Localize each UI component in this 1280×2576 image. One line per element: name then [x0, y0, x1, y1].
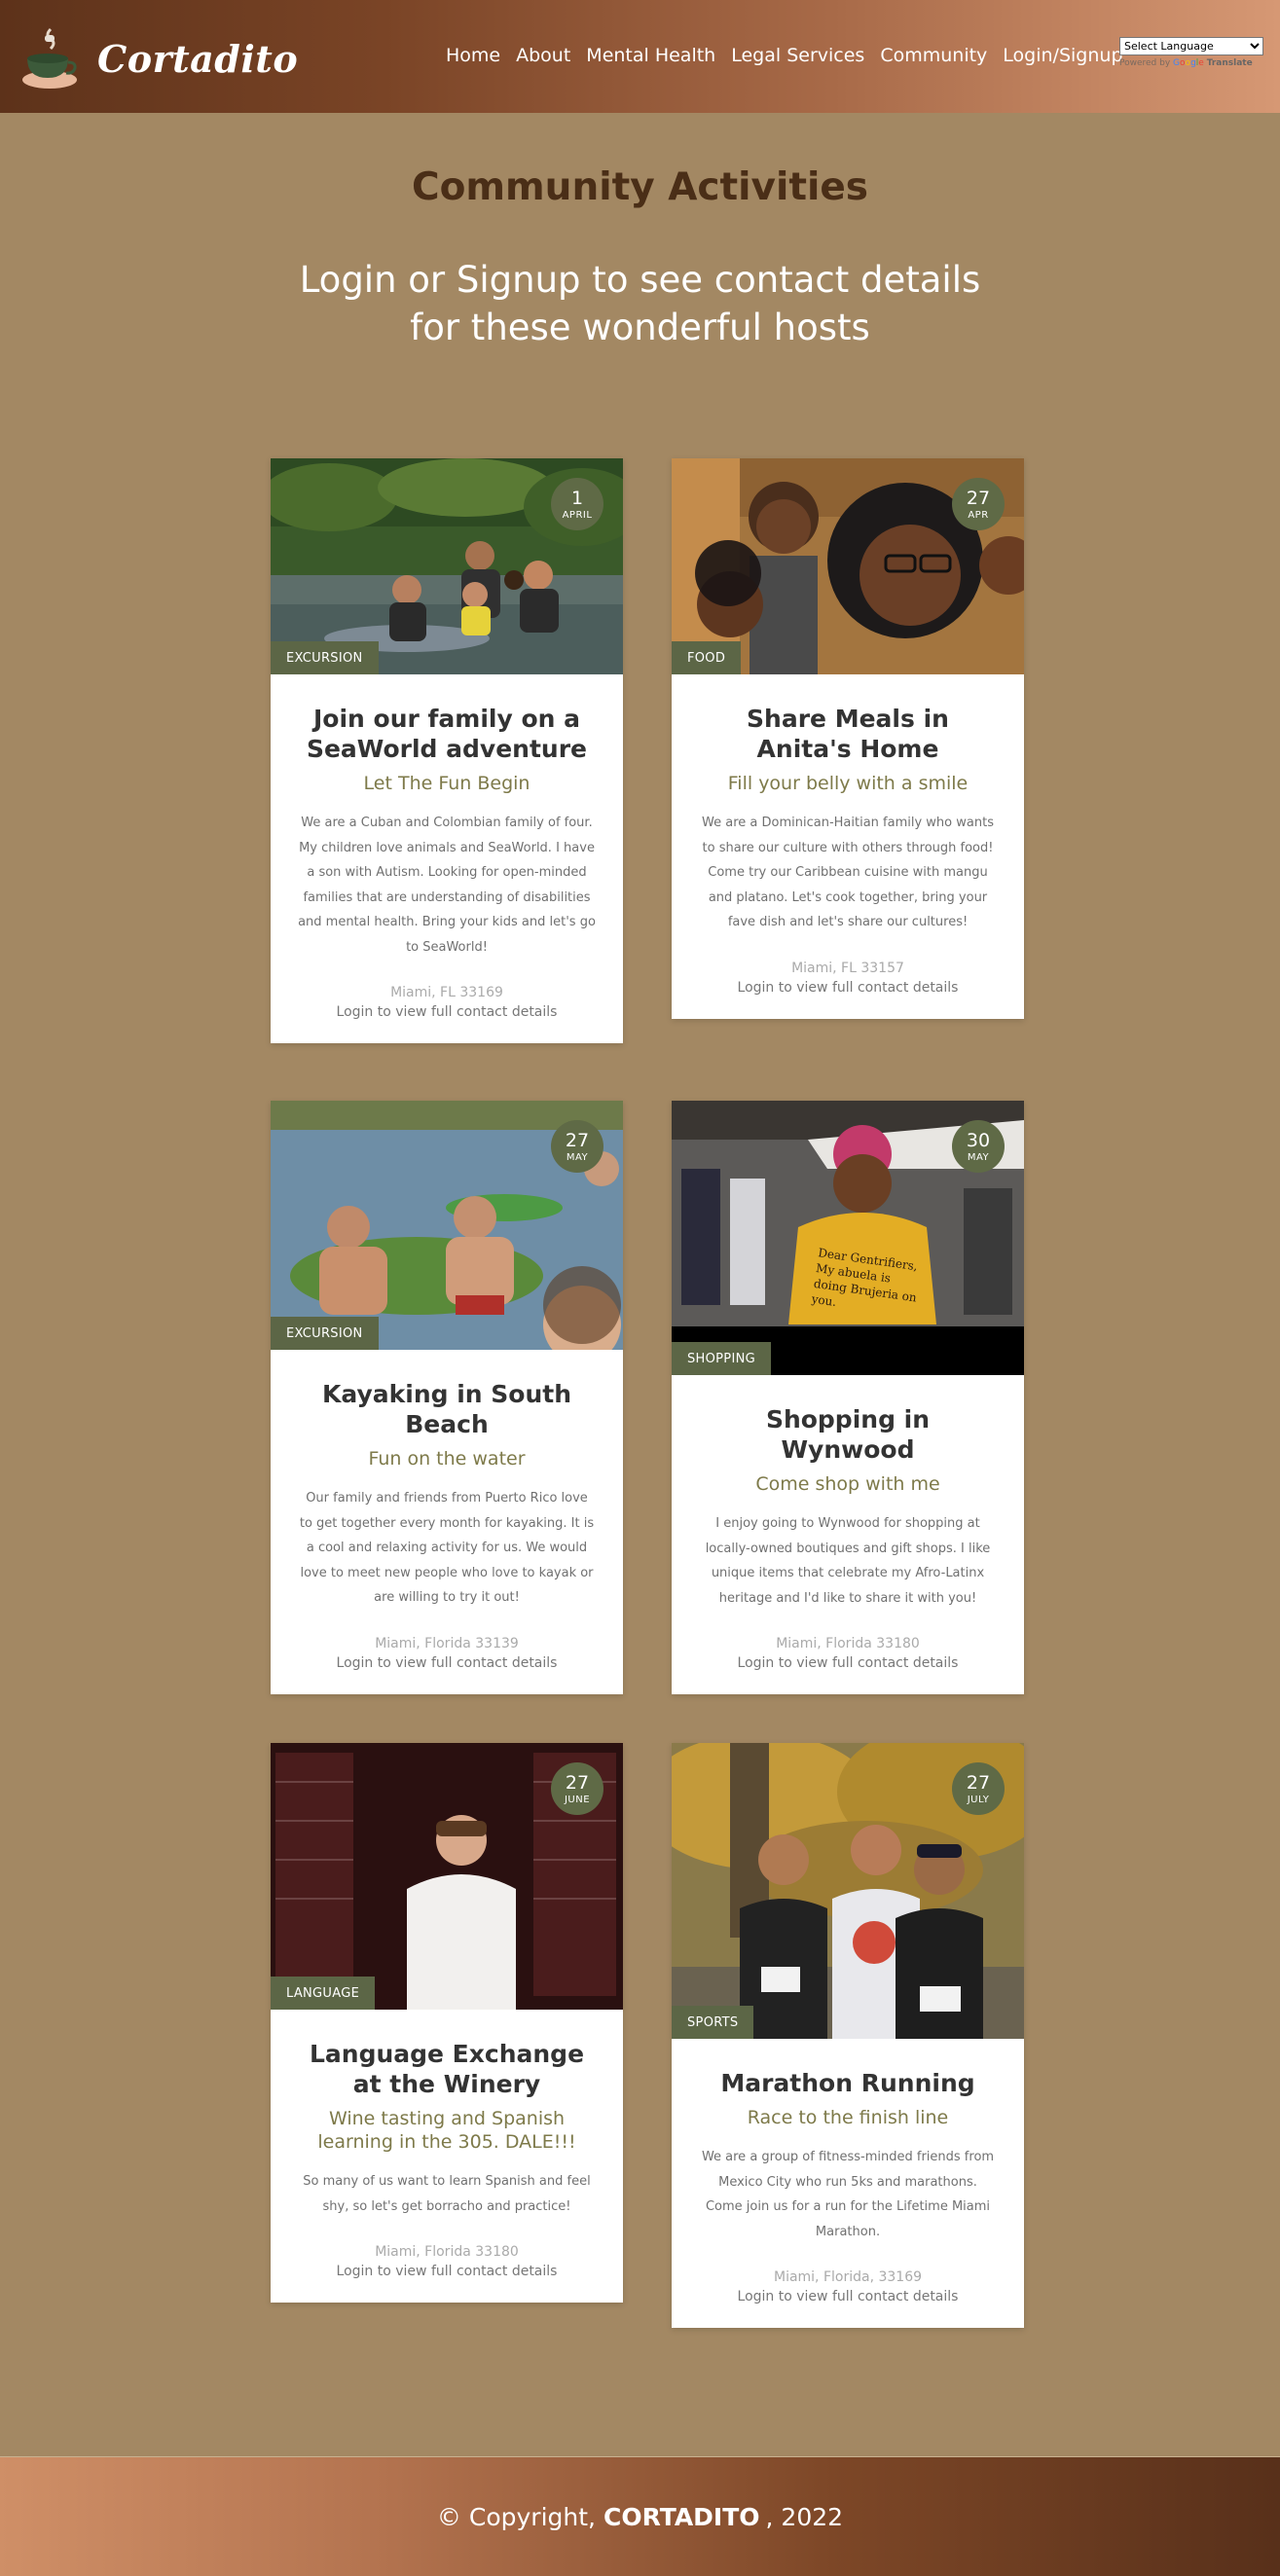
date-badge: 27 APR [952, 478, 1005, 530]
language-select[interactable]: Select Language [1119, 37, 1263, 55]
login-contact-link[interactable]: Login to view full contact details [738, 980, 959, 996]
activity-card[interactable]: 27 JUNE LANGUAGE Language Exchange at th… [271, 1743, 623, 2303]
date-badge: 27 JULY [952, 1762, 1005, 1815]
translate-link[interactable]: Translate [1207, 58, 1253, 68]
category-label: SHOPPING [672, 1342, 771, 1375]
card-description: I enjoy going to Wynwood for shopping at… [705, 1516, 991, 1606]
date-badge: 1 APRIL [551, 478, 603, 530]
activity-card[interactable]: 1 APRIL EXCURSION Join our family on a S… [271, 458, 623, 1043]
card-location: Miami, Florida 33180 [776, 1636, 920, 1651]
google-translate-widget: Select Language Powered by Google Transl… [1119, 35, 1265, 68]
login-contact-link[interactable]: Login to view full contact details [738, 2289, 959, 2304]
coffee-cup-logo-icon [22, 27, 77, 89]
page-title: Community Activities [411, 165, 868, 209]
card-description: We are a group of fitness-minded friends… [701, 2150, 995, 2239]
card-tagline: Race to the finish line [747, 2107, 949, 2128]
login-contact-link[interactable]: Login to view full contact details [738, 1655, 959, 1671]
activity-photo: 27 JULY SPORTS [672, 1743, 1024, 2039]
nav-home[interactable]: Home [446, 45, 500, 66]
activity-photo: 1 APRIL EXCURSION [271, 458, 623, 674]
login-contact-link[interactable]: Login to view full contact details [337, 2264, 558, 2279]
card-title: Join our family on a SeaWorld adventure [306, 705, 588, 763]
activity-photo: 27 MAY EXCURSION [271, 1101, 623, 1350]
copyright-year: , 2022 [765, 2502, 844, 2531]
nav-mental-health[interactable]: Mental Health [586, 45, 715, 66]
card-tagline: Fun on the water [368, 1448, 526, 1469]
activity-photo: 27 JUNE LANGUAGE [271, 1743, 623, 2010]
date-badge: 27 MAY [551, 1120, 603, 1173]
page-subtitle: Login or Signup to see contact details f… [299, 259, 981, 348]
footer-brand: CORTADITO [603, 2502, 760, 2531]
login-contact-link[interactable]: Login to view full contact details [337, 1004, 558, 1020]
card-location: Miami, FL 33169 [390, 985, 503, 1000]
category-label: LANGUAGE [271, 1977, 376, 2010]
card-tagline: Let The Fun Begin [363, 773, 530, 794]
category-label: EXCURSION [271, 1317, 379, 1350]
card-tagline: Come shop with me [755, 1473, 940, 1495]
site-header: Cortadito Home About Mental Health Legal… [0, 0, 1280, 113]
powered-by-google: Powered by Google Translate [1119, 58, 1253, 68]
activity-photo: 27 APR FOOD [672, 458, 1024, 674]
activity-grid: 1 APRIL EXCURSION Join our family on a S… [0, 351, 1280, 2328]
brand-name: Cortadito [97, 36, 299, 81]
site-footer: © Copyright, CORTADITO , 2022 [0, 2457, 1280, 2576]
activity-card[interactable]: 27 MAY EXCURSION Kayaking in South Beach… [271, 1101, 623, 1694]
nav-login-signup[interactable]: Login/Signup [1003, 45, 1122, 66]
google-logo-icon: Google [1173, 58, 1204, 68]
card-description: Our family and friends from Puerto Rico … [299, 1491, 595, 1605]
card-location: Miami, Florida 33139 [375, 1635, 519, 1651]
activity-photo: Dear Gentrifiers, My abuela is doing Bru… [672, 1101, 1024, 1375]
card-title: Shopping in Wynwood [765, 1405, 931, 1464]
card-description: So many of us want to learn Spanish and … [303, 2174, 591, 2214]
date-badge: 30 MAY [952, 1120, 1005, 1173]
login-contact-link[interactable]: Login to view full contact details [337, 1655, 558, 1671]
card-title: Kayaking in South Beach [321, 1380, 572, 1438]
activity-card[interactable]: 27 JULY SPORTS Marathon Running Race to … [672, 1743, 1024, 2328]
nav-about[interactable]: About [516, 45, 570, 66]
activity-card[interactable]: 27 APR FOOD Share Meals in Anita's Home … [672, 458, 1024, 1019]
date-badge: 27 JUNE [551, 1762, 603, 1815]
card-location: Miami, Florida, 33169 [773, 2269, 923, 2285]
brand[interactable]: Cortadito [21, 27, 298, 90]
card-title: Share Meals in Anita's Home [747, 705, 949, 763]
copyright-text: © Copyright, [436, 2502, 596, 2531]
category-label: FOOD [672, 641, 742, 674]
card-description: We are a Cuban and Colombian family of f… [298, 816, 596, 955]
category-label: EXCURSION [271, 641, 379, 674]
nav-community[interactable]: Community [880, 45, 987, 66]
card-title: Marathon Running [720, 2069, 975, 2097]
activity-card[interactable]: Dear Gentrifiers, My abuela is doing Bru… [672, 1101, 1024, 1694]
card-location: Miami, FL 33157 [791, 960, 904, 976]
main-nav: Home About Mental Health Legal Services … [446, 45, 1139, 66]
card-description: We are a Dominican-Haitian family who wa… [702, 816, 994, 929]
card-tagline: Fill your belly with a smile [727, 773, 969, 794]
card-tagline: Wine tasting and Spanish learning in the… [317, 2108, 576, 2153]
card-title: Language Exchange at the Winery [309, 2040, 585, 2098]
nav-legal-services[interactable]: Legal Services [731, 45, 864, 66]
category-label: SPORTS [672, 2006, 754, 2039]
card-location: Miami, Florida 33180 [375, 2244, 519, 2260]
